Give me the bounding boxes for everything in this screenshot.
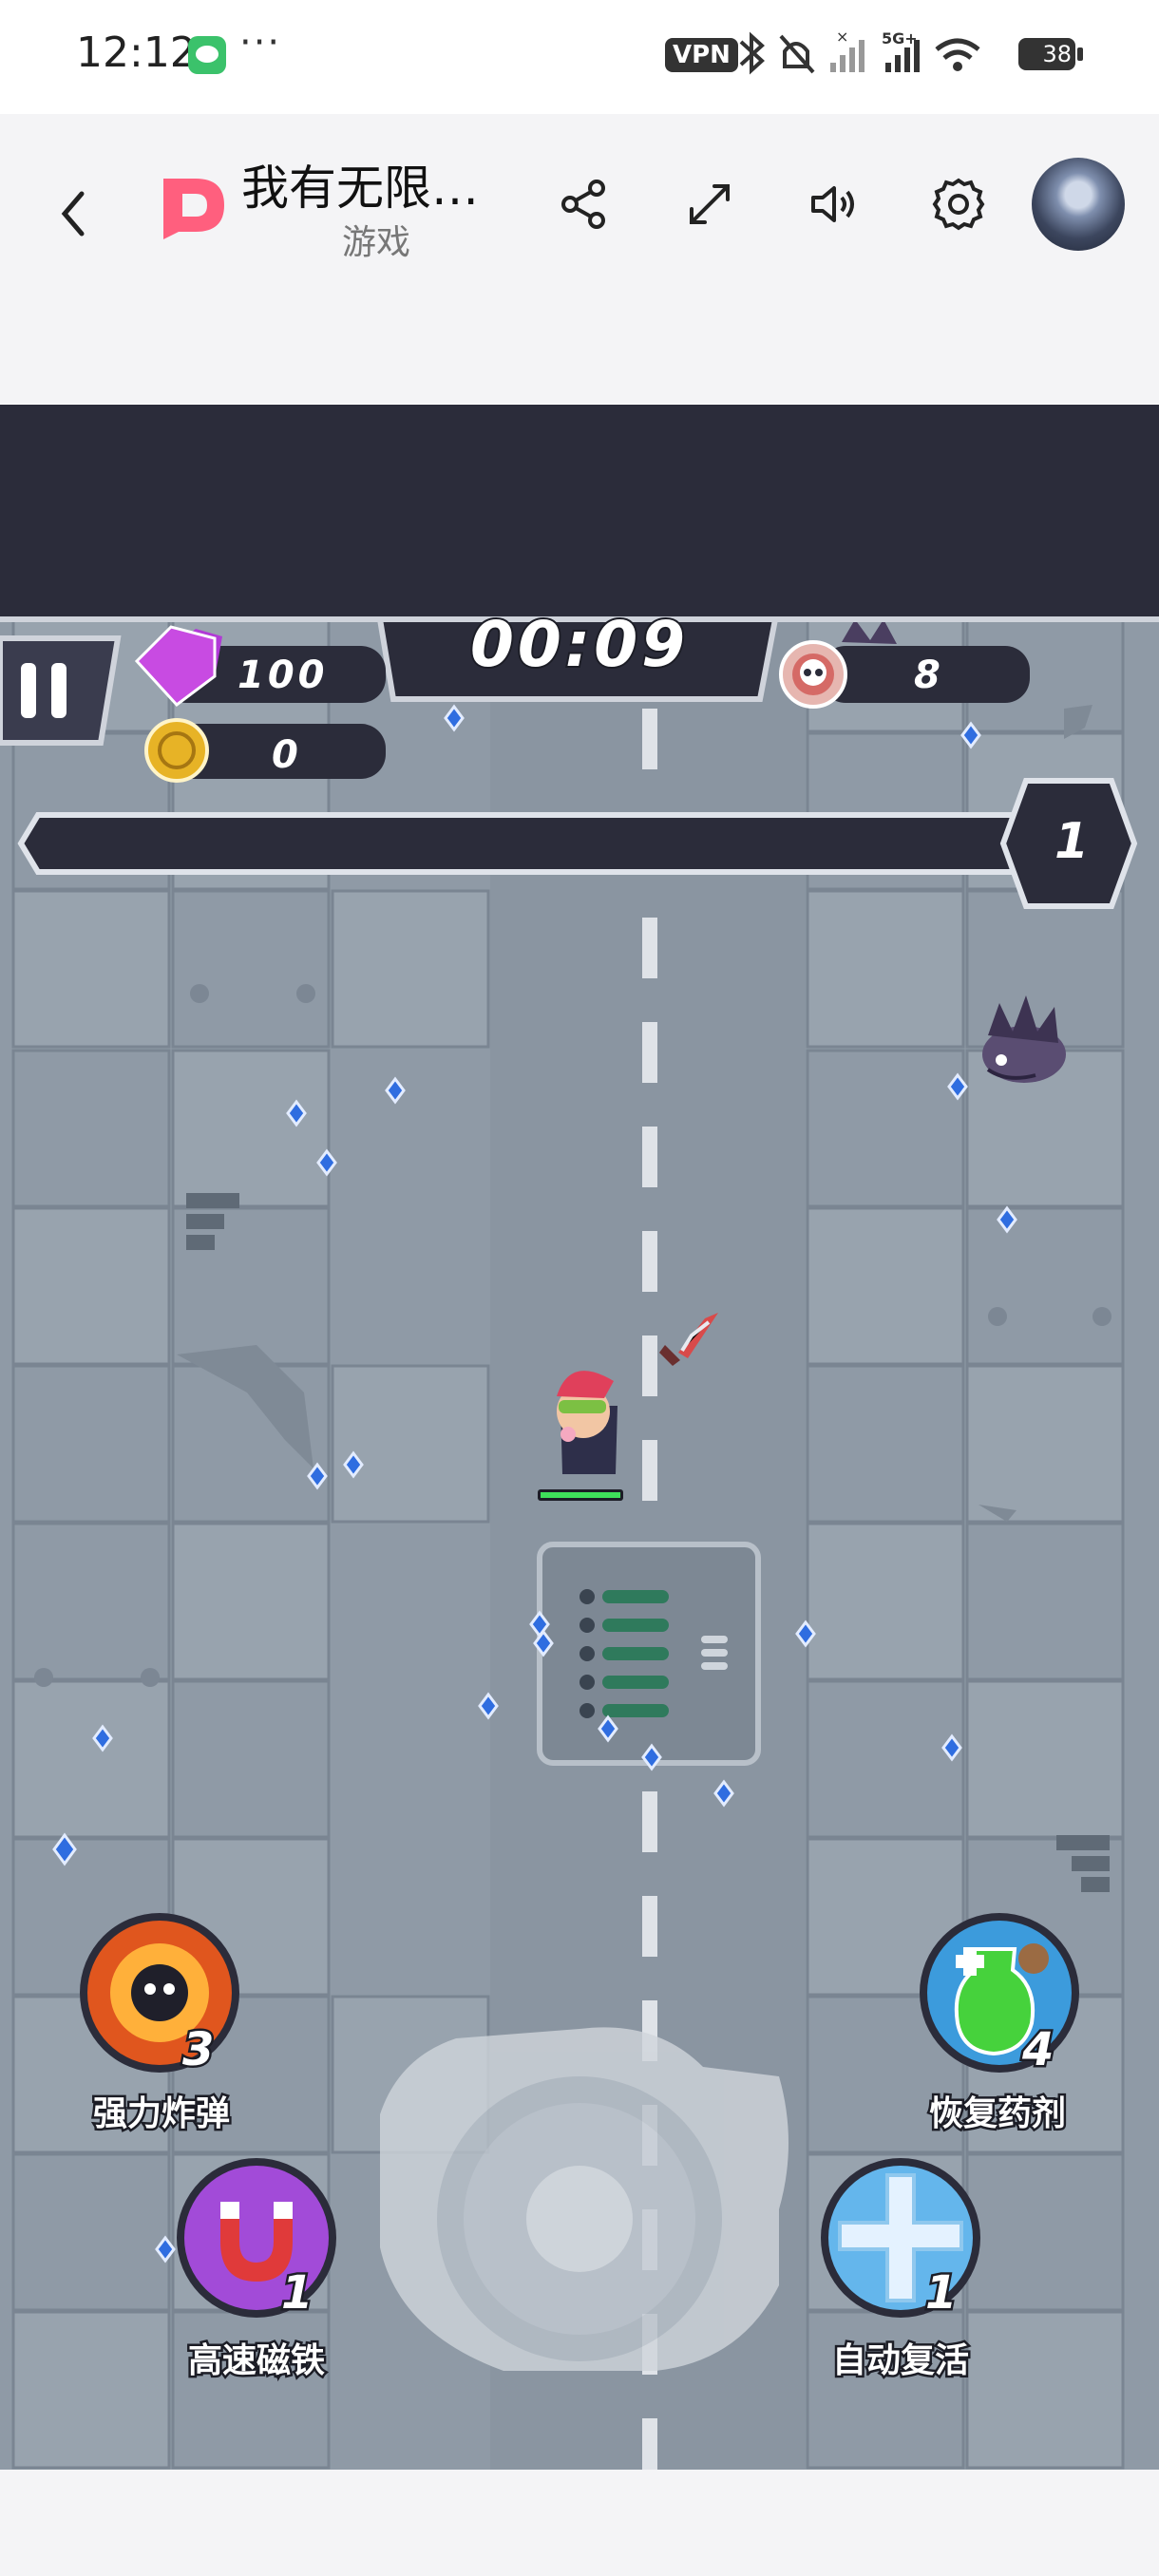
kill-counter-bg: [779, 640, 1030, 709]
skill-potion-button[interactable]: [920, 1913, 1079, 2073]
skill-bomb-button[interactable]: [80, 1913, 239, 2073]
gem-count: 100: [238, 653, 329, 697]
top-hud-bar: [0, 405, 1159, 619]
settings-icon[interactable]: [925, 171, 992, 237]
pause-button[interactable]: [0, 638, 118, 743]
svg-text:×: ×: [836, 28, 848, 46]
bottom-bar: [0, 2470, 1159, 2576]
status-more-dots: ···: [239, 21, 282, 65]
skill-potion-label: 恢复药剂: [926, 2093, 1068, 2136]
app-title: 我有无限…: [241, 161, 479, 216]
status-bar: 12:12 ··· VPN × 5G+ 38: [0, 0, 1159, 114]
app-logo: [163, 179, 224, 239]
skill-magnet-count: 1: [278, 2264, 314, 2322]
coin-counter-bg: [144, 718, 386, 783]
bluetooth-icon: [739, 31, 765, 75]
vpn-badge: VPN: [665, 38, 738, 72]
network-type: 5G+: [882, 29, 918, 47]
skill-magnet-label: 高速磁铁: [185, 2339, 327, 2383]
game-canvas[interactable]: 00:09 100 0 8 1 3 强力炸弹 4 恢复药剂 1 高速磁铁 1 自…: [0, 405, 1159, 2470]
skill-bomb-label: 强力炸弹: [90, 2093, 232, 2136]
share-icon[interactable]: [551, 171, 618, 237]
fullscreen-icon[interactable]: [676, 171, 743, 237]
player-hp-bar: [541, 1492, 620, 1498]
skill-bomb-count: 3: [180, 2021, 216, 2079]
avatar[interactable]: [1032, 158, 1125, 251]
player-level: 1: [1054, 813, 1090, 870]
skill-revive-count: 1: [922, 2264, 959, 2322]
skill-potion-count: 4: [1019, 2021, 1055, 2079]
mute-bell-icon: [779, 34, 815, 74]
status-icons: × 5G+: [739, 28, 980, 75]
game-timer: 00:09: [468, 606, 690, 683]
skill-revive-label: 自动复活: [829, 2339, 971, 2383]
back-icon[interactable]: [53, 171, 95, 256]
coin-count: 0: [272, 733, 298, 777]
kill-count: 8: [914, 653, 940, 697]
app-subtitle: 游戏: [342, 223, 411, 262]
sound-icon[interactable]: [800, 171, 866, 237]
wechat-icon: [188, 36, 226, 74]
status-time: 12:12: [76, 28, 197, 77]
floor-panel: [537, 1542, 761, 1766]
joystick-control[interactable]: [380, 2019, 779, 2371]
battery-icon: 38: [1018, 38, 1083, 70]
wifi-icon: [935, 38, 980, 60]
app-header: [0, 114, 1159, 404]
